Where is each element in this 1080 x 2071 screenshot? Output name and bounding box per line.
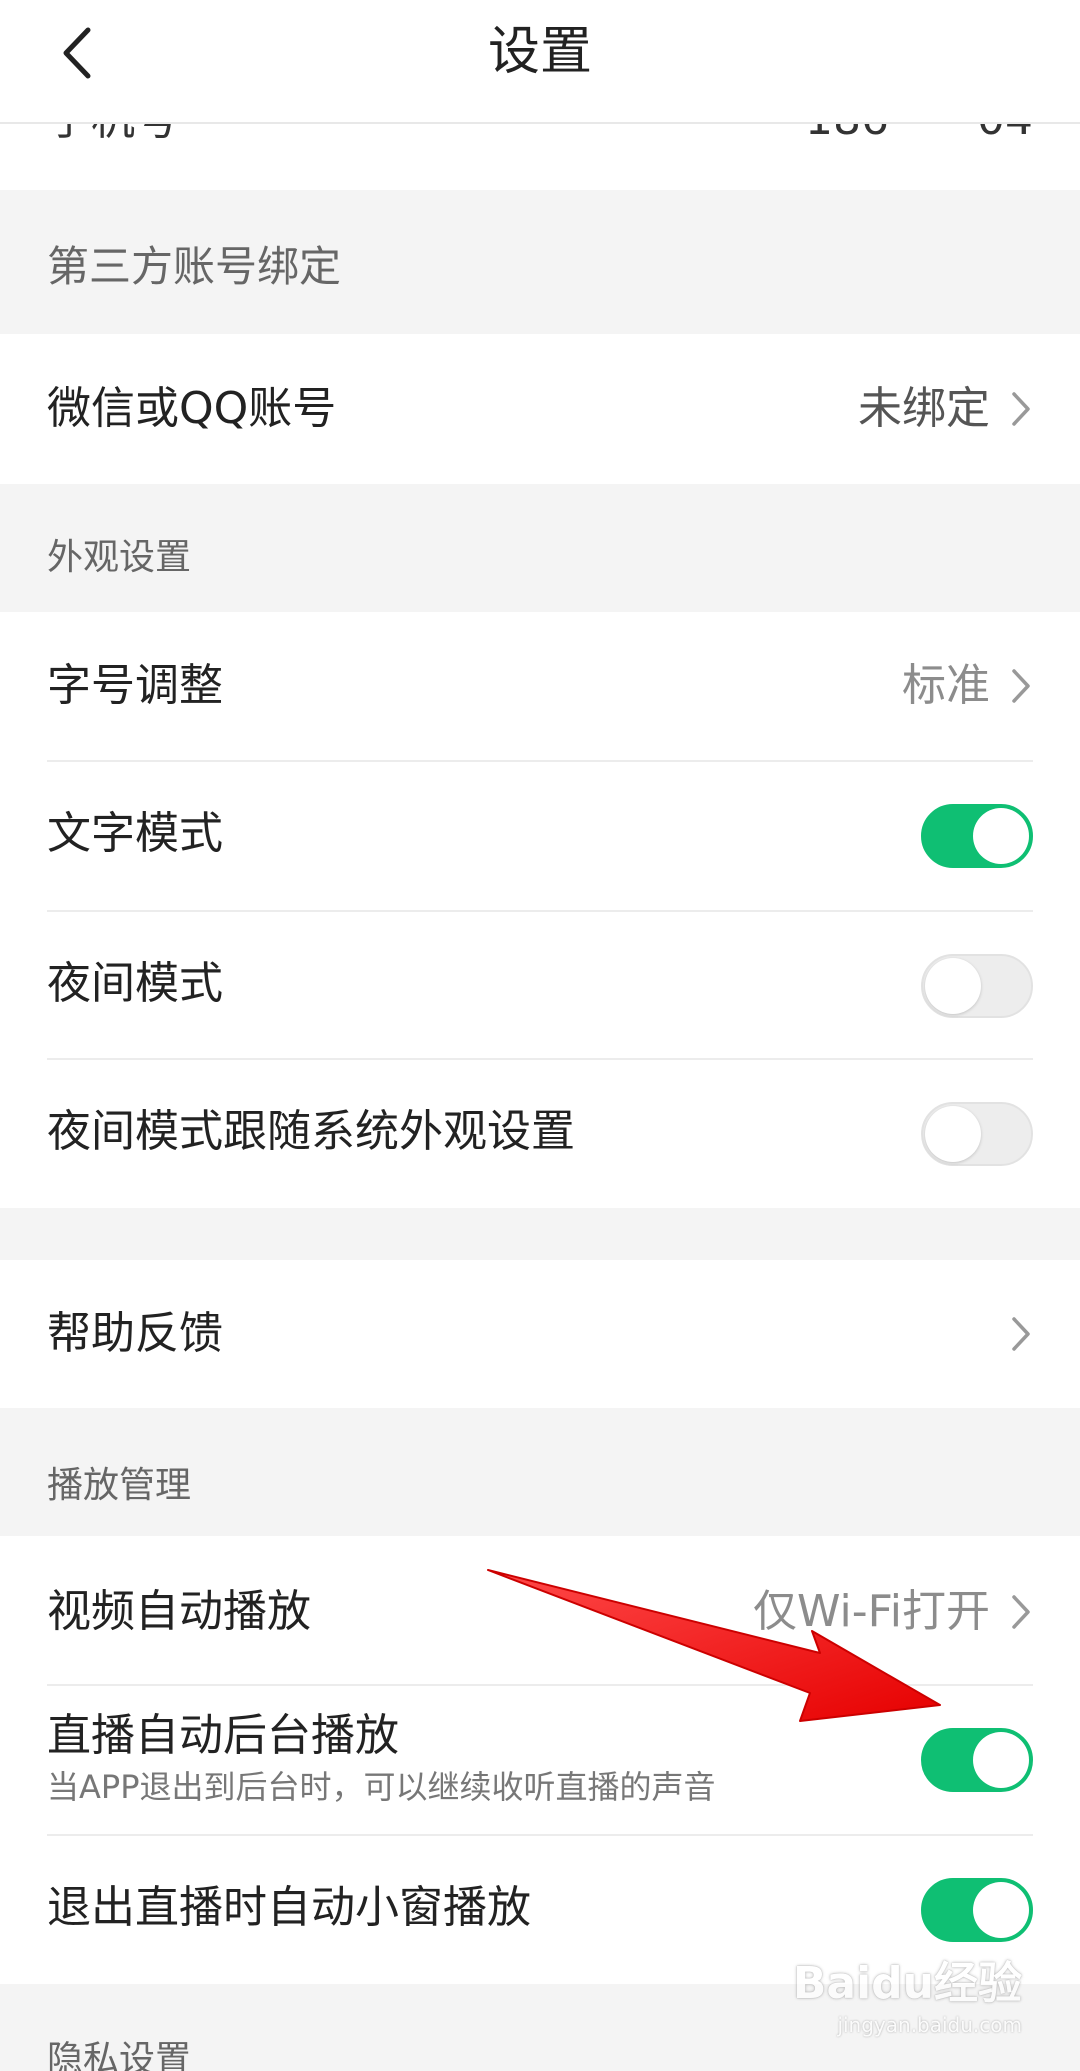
row-value: 标准 bbox=[902, 660, 990, 711]
toggle-knob bbox=[925, 1106, 981, 1162]
appearance-group: 字号调整 标准 文字模式 夜间模式 夜间模式跟随系统外观设置 bbox=[0, 612, 1080, 1208]
night-follow-system-toggle[interactable] bbox=[921, 1102, 1033, 1166]
playback-section-header: 播放管理 bbox=[0, 1408, 1080, 1536]
row-label: 字号调整 bbox=[47, 660, 223, 711]
third-party-section-header: 第三方账号绑定 bbox=[0, 190, 1080, 334]
section-label: 播放管理 bbox=[47, 1465, 192, 1506]
top-bar: 设置 bbox=[0, 0, 1080, 124]
section-label: 外观设置 bbox=[47, 537, 192, 578]
chevron-right-icon bbox=[1012, 1595, 1030, 1629]
row-label: 退出直播时自动小窗播放 bbox=[47, 1882, 531, 1933]
chevron-right-icon bbox=[1012, 392, 1030, 426]
row-label: 夜间模式 bbox=[47, 958, 223, 1009]
row-label: 微信或QQ账号 bbox=[47, 383, 337, 434]
page-title: 设置 bbox=[487, 22, 592, 82]
row-label: 帮助反馈 bbox=[47, 1308, 223, 1359]
live-background-toggle[interactable] bbox=[921, 1728, 1033, 1792]
toggle-knob bbox=[925, 958, 981, 1014]
toggle-knob bbox=[973, 1732, 1029, 1788]
toggle-knob bbox=[973, 1882, 1029, 1938]
annotation-arrow-icon bbox=[487, 1569, 941, 1722]
chevron-right-icon bbox=[1012, 669, 1030, 703]
live-pip-toggle[interactable] bbox=[921, 1878, 1033, 1942]
night-mode-toggle[interactable] bbox=[921, 954, 1033, 1018]
help-feedback-row[interactable]: 帮助反馈 bbox=[0, 1260, 1080, 1408]
row-label: 视频自动播放 bbox=[47, 1586, 311, 1637]
chevron-right-icon bbox=[1012, 1317, 1030, 1351]
row-label: 文字模式 bbox=[47, 808, 223, 859]
section-label: 第三方账号绑定 bbox=[47, 242, 342, 291]
row-label: 夜间模式跟随系统外观设置 bbox=[47, 1106, 575, 1157]
wechat-qq-row[interactable]: 微信或QQ账号 未绑定 bbox=[0, 334, 1080, 484]
row-value: 未绑定 bbox=[858, 383, 990, 434]
baidu-jingyan-watermark: Baidu经验 jingyan.baidu.com bbox=[793, 1959, 1022, 2045]
section-label: 隐私设置 bbox=[47, 2039, 192, 2071]
row-label: 直播自动后台播放 bbox=[47, 1710, 399, 1761]
night-mode-row: 夜间模式 bbox=[0, 912, 1080, 1060]
text-mode-toggle[interactable] bbox=[921, 804, 1033, 868]
toggle-knob bbox=[973, 808, 1029, 864]
font-size-row[interactable]: 字号调整 标准 bbox=[0, 612, 1080, 760]
night-follow-system-row: 夜间模式跟随系统外观设置 bbox=[0, 1060, 1080, 1208]
appearance-section-header: 外观设置 bbox=[0, 484, 1080, 612]
text-mode-row: 文字模式 bbox=[0, 762, 1080, 910]
watermark-url: jingyan.baidu.com bbox=[837, 2013, 1022, 2037]
row-description: 当APP退出到后台时，可以继续收听直播的声音 bbox=[47, 1768, 716, 1806]
watermark-brand: Baidu经验 bbox=[792, 1958, 1022, 2009]
